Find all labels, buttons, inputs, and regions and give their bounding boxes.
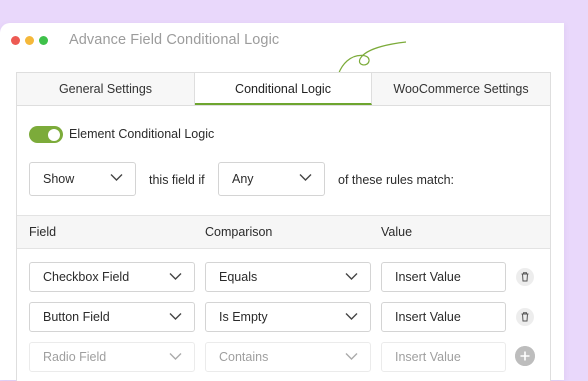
toggle-knob bbox=[48, 128, 60, 141]
rule-comparison-value: Equals bbox=[219, 270, 258, 284]
column-header-value: Value bbox=[381, 225, 413, 239]
close-window-dot[interactable] bbox=[11, 36, 20, 45]
chevron-down-icon bbox=[169, 313, 182, 320]
window-title: Advance Field Conditional Logic bbox=[69, 32, 280, 48]
tab-bar: General Settings Conditional Logic WooCo… bbox=[17, 73, 550, 106]
chevron-down-icon bbox=[345, 353, 358, 360]
rule-value-text: Insert Value bbox=[395, 310, 461, 324]
rule-value-text: Insert Value bbox=[395, 350, 461, 364]
action-select[interactable]: Show bbox=[29, 162, 136, 196]
toggle-label: Element Conditional Logic bbox=[69, 127, 215, 141]
rule-value-text: Insert Value bbox=[395, 270, 461, 284]
conditional-logic-toggle[interactable] bbox=[29, 126, 63, 143]
chevron-down-icon bbox=[169, 353, 182, 360]
rule-field-value: Radio Field bbox=[43, 350, 107, 364]
rule-comparison-select[interactable]: Is Empty bbox=[205, 302, 371, 332]
match-select-value: Any bbox=[232, 172, 254, 186]
column-header-comparison: Comparison bbox=[205, 225, 273, 239]
rule-field-value: Button Field bbox=[43, 310, 110, 324]
chevron-down-icon bbox=[110, 174, 123, 181]
rules-table-header: Field Comparison Value bbox=[17, 215, 550, 249]
chevron-down-icon bbox=[299, 174, 312, 181]
settings-panel: General Settings Conditional Logic WooCo… bbox=[16, 72, 551, 381]
rule-value-input[interactable]: Insert Value bbox=[381, 342, 506, 372]
match-select[interactable]: Any bbox=[218, 162, 325, 196]
rule-middle-text: this field if bbox=[149, 173, 205, 187]
trash-icon[interactable] bbox=[516, 268, 534, 286]
chevron-down-icon bbox=[345, 313, 358, 320]
maximize-window-dot[interactable] bbox=[39, 36, 48, 45]
rule-field-select[interactable]: Radio Field bbox=[29, 342, 195, 372]
tab-conditional-logic[interactable]: Conditional Logic bbox=[195, 73, 372, 105]
rule-value-input[interactable]: Insert Value bbox=[381, 262, 506, 292]
column-header-field: Field bbox=[29, 225, 57, 239]
tab-woocommerce-settings[interactable]: WooCommerce Settings bbox=[372, 73, 550, 105]
rule-comparison-select[interactable]: Equals bbox=[205, 262, 371, 292]
tab-general-settings[interactable]: General Settings bbox=[17, 73, 195, 105]
chevron-down-icon bbox=[345, 273, 358, 280]
rule-field-value: Checkbox Field bbox=[43, 270, 130, 284]
chevron-down-icon bbox=[169, 273, 182, 280]
rule-comparison-value: Is Empty bbox=[219, 310, 268, 324]
action-select-value: Show bbox=[43, 172, 75, 186]
rule-value-input[interactable]: Insert Value bbox=[381, 302, 506, 332]
rule-comparison-select[interactable]: Contains bbox=[205, 342, 371, 372]
rule-comparison-value: Contains bbox=[219, 350, 269, 364]
rule-end-text: of these rules match: bbox=[338, 173, 455, 187]
minimize-window-dot[interactable] bbox=[25, 36, 34, 45]
title-bar: Advance Field Conditional Logic bbox=[0, 23, 564, 59]
rule-field-select[interactable]: Button Field bbox=[29, 302, 195, 332]
add-rule-icon[interactable] bbox=[515, 346, 535, 366]
trash-icon[interactable] bbox=[516, 308, 534, 326]
rule-field-select[interactable]: Checkbox Field bbox=[29, 262, 195, 292]
